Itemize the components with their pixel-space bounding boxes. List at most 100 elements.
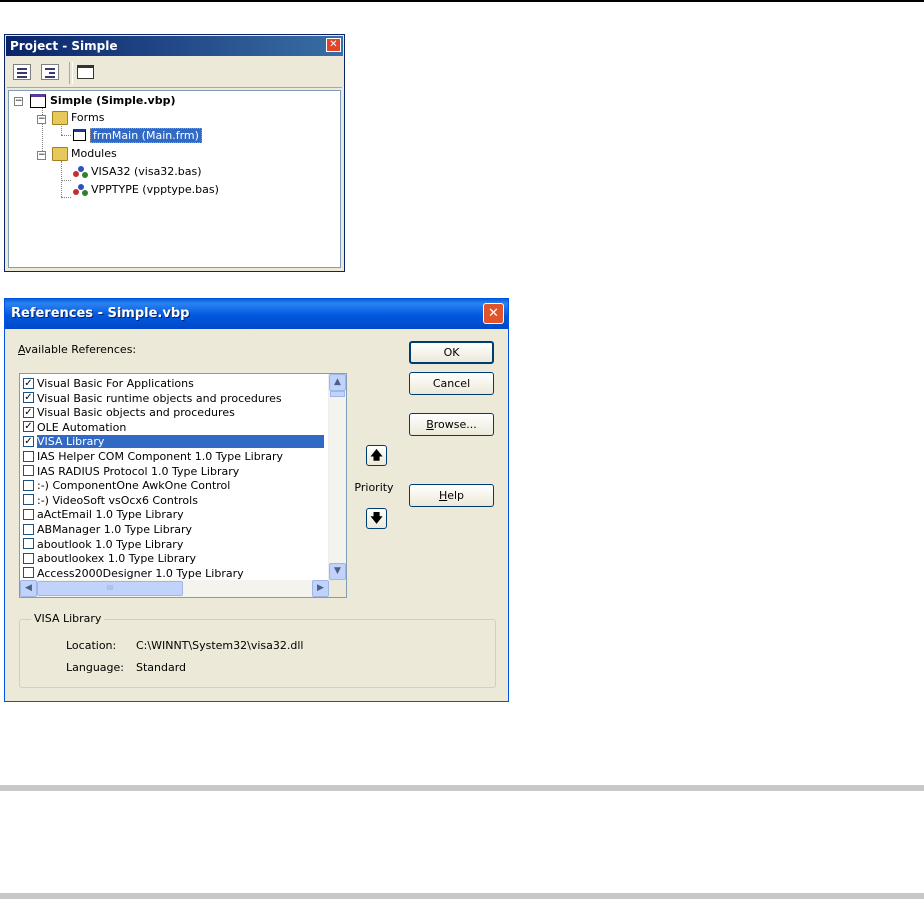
location-value: C:\WINNT\System32\visa32.dll: [136, 639, 304, 652]
reference-item[interactable]: ✓ OLE Automation: [23, 421, 126, 436]
help-button[interactable]: Help: [409, 484, 494, 507]
project-toolbar: [7, 59, 342, 88]
reference-checkbox[interactable]: [23, 523, 34, 535]
reference-item[interactable]: aboutlookex 1.0 Type Library: [23, 552, 196, 567]
references-close-button[interactable]: ✕: [483, 303, 504, 324]
ok-button[interactable]: OK: [409, 341, 494, 364]
reference-checkbox[interactable]: [23, 494, 34, 506]
reference-item[interactable]: IAS RADIUS Protocol 1.0 Type Library: [23, 465, 239, 480]
tree-connector: [61, 135, 71, 136]
reference-item[interactable]: IAS Helper COM Component 1.0 Type Librar…: [23, 450, 283, 465]
reference-item-label: :-) VideoSoft vsOcx6 Controls: [37, 493, 198, 507]
reference-item-label: ABManager 1.0 Type Library: [37, 523, 192, 536]
project-window-title: Project - Simple: [6, 36, 343, 56]
horizontal-scroll-thumb[interactable]: III: [37, 581, 183, 596]
scroll-down-button[interactable]: ▼: [329, 563, 346, 580]
project-icon: [30, 94, 46, 108]
reference-checkbox[interactable]: ✓: [23, 421, 34, 433]
browse-button[interactable]: Browse...: [409, 413, 494, 436]
reference-checkbox[interactable]: [23, 465, 34, 477]
reference-item-label: Visual Basic For Applications: [37, 377, 194, 390]
references-dialog-title: References - Simple.vbp: [5, 299, 508, 329]
reference-checkbox[interactable]: [23, 567, 34, 579]
divider-rule: [0, 893, 924, 899]
tree-root-project[interactable]: Simple (Simple.vbp): [50, 92, 176, 109]
priority-down-button[interactable]: 🡇: [366, 508, 387, 529]
reference-checkbox[interactable]: ✓: [23, 377, 34, 389]
language-label: Language:: [66, 661, 124, 674]
root-collapse-toggle[interactable]: −: [14, 97, 23, 106]
tree-module-vpptype[interactable]: VPPTYPE (vpptype.bas): [91, 181, 219, 198]
reference-item-label: aboutlook 1.0 Type Library: [37, 537, 184, 551]
view-code-button[interactable]: [13, 64, 31, 80]
open-folder-icon: [52, 147, 68, 161]
scroll-right-button[interactable]: ▶: [312, 580, 329, 597]
reference-item[interactable]: ✓ VISA Library: [23, 435, 325, 450]
reference-item-label: IAS Helper COM Component 1.0 Type Librar…: [37, 450, 284, 463]
project-explorer-window: Project - Simple ✕ − Simple (Simple.vbp)…: [4, 34, 345, 272]
reference-checkbox[interactable]: [23, 552, 34, 564]
cancel-button[interactable]: Cancel: [409, 372, 494, 395]
reference-checkbox[interactable]: [23, 538, 34, 550]
scroll-thumb-grip: III: [106, 584, 114, 592]
references-list[interactable]: ✓ Visual Basic For Applications ✓ Visual Ba…: [19, 373, 347, 598]
reference-item-label: IAS RADIUS Protocol 1.0 Type Library: [37, 464, 240, 478]
reference-item[interactable]: ABManager 1.0 Type Library: [23, 523, 192, 538]
form-icon: [73, 129, 86, 141]
tree-connector: [61, 180, 71, 181]
reference-checkbox[interactable]: [23, 479, 34, 491]
module-icon: [73, 165, 89, 179]
reference-item[interactable]: :-) ComponentOne AwkOne Control: [23, 479, 230, 494]
reference-checkbox[interactable]: [23, 508, 34, 520]
open-folder-icon: [52, 111, 68, 125]
references-dialog: References - Simple.vbp ✕ Available Refe…: [4, 298, 509, 702]
tree-forms-folder[interactable]: Forms: [71, 109, 104, 126]
module-icon: [73, 183, 89, 197]
tree-connector: [61, 197, 71, 198]
reference-details-group: VISA Library Location: C:\WINNT\System32…: [19, 612, 496, 688]
scroll-left-button[interactable]: ◀: [20, 580, 37, 597]
tree-connector: [61, 161, 62, 197]
tree-item-frmmain[interactable]: frmMain (Main.frm): [90, 127, 202, 144]
reference-item-label: VISA Library: [37, 435, 325, 449]
reference-item-label: Access2000Designer 1.0 Type Library: [37, 566, 244, 580]
details-group-title: VISA Library: [31, 612, 105, 625]
tree-item-frmmain-label: frmMain (Main.frm): [90, 128, 202, 143]
reference-item[interactable]: ✓ Visual Basic For Applications: [23, 377, 194, 392]
project-close-button[interactable]: ✕: [326, 38, 341, 52]
scroll-up-button[interactable]: ▲: [329, 374, 346, 391]
reference-checkbox[interactable]: [23, 450, 34, 462]
horizontal-scrollbar[interactable]: ◀ III ▶: [20, 580, 329, 597]
reference-item-label: OLE Automation: [37, 420, 127, 434]
tree-module-visa32[interactable]: VISA32 (visa32.bas): [91, 163, 202, 180]
reference-item[interactable]: :-) VideoSoft vsOcx6 Controls: [23, 494, 198, 509]
reference-checkbox[interactable]: ✓: [23, 406, 34, 418]
reference-item-label: aActEmail 1.0 Type Library: [37, 508, 184, 522]
reference-item[interactable]: ✓ Visual Basic runtime objects and proced…: [23, 392, 282, 407]
vertical-scroll-thumb[interactable]: [330, 391, 345, 397]
priority-up-button[interactable]: 🡅: [366, 445, 387, 466]
reference-item[interactable]: ✓ Visual Basic objects and procedures: [23, 406, 235, 421]
toggle-folders-button[interactable]: [77, 65, 94, 79]
reference-item[interactable]: aActEmail 1.0 Type Library: [23, 508, 184, 523]
tree-modules-folder[interactable]: Modules: [71, 145, 117, 162]
view-object-button[interactable]: [41, 64, 59, 80]
forms-collapse-toggle[interactable]: −: [37, 115, 46, 124]
reference-checkbox[interactable]: ✓: [23, 435, 34, 447]
reference-item-label: aboutlookex 1.0 Type Library: [37, 552, 197, 566]
reference-item[interactable]: aboutlook 1.0 Type Library: [23, 538, 183, 553]
project-tree: − Simple (Simple.vbp) − Forms frmMain (M…: [8, 90, 341, 268]
location-label: Location:: [66, 639, 117, 652]
toolbar-separator: [69, 62, 73, 84]
language-value: Standard: [136, 661, 187, 674]
divider-rule: [0, 785, 924, 791]
reference-item-label: :-) ComponentOne AwkOne Control: [37, 479, 231, 493]
reference-item-label: Visual Basic objects and procedures: [37, 406, 235, 420]
reference-item-label: Visual Basic runtime objects and procedu…: [37, 391, 282, 405]
reference-checkbox[interactable]: ✓: [23, 392, 34, 404]
modules-collapse-toggle[interactable]: −: [37, 151, 46, 160]
available-references-label: Available References:: [18, 343, 137, 356]
priority-label: Priority: [354, 481, 394, 494]
scrollbar-corner: [329, 580, 346, 597]
vertical-scrollbar[interactable]: ▲ ▼: [328, 374, 346, 580]
